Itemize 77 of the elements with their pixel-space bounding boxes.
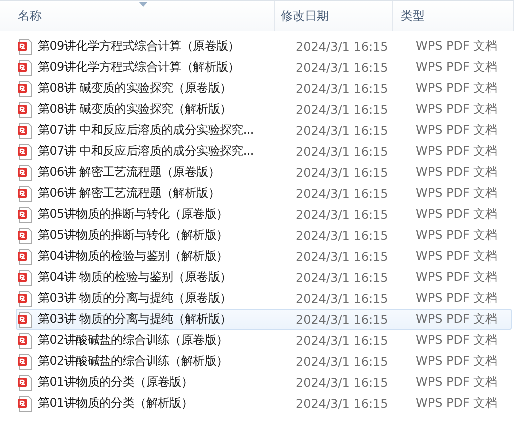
modified-date: 2024/3/1 16:15	[295, 82, 390, 96]
file-name[interactable]: 第08讲 碱变质的实验探究（原卷版）	[38, 80, 232, 97]
file-name[interactable]: 第03讲 物质的分离与提纯（解析版）	[38, 311, 232, 328]
file-name[interactable]: 第08讲 碱变质的实验探究（解析版）	[38, 101, 232, 118]
file-type: WPS PDF 文档	[415, 395, 499, 412]
modified-date: 2024/3/1 16:15	[295, 312, 390, 326]
file-type: WPS PDF 文档	[415, 122, 499, 139]
modified-date: 2024/3/1 16:15	[295, 270, 390, 284]
modified-date: 2024/3/1 16:15	[295, 354, 390, 368]
file-name[interactable]: 第04讲 物质的检验与鉴别（原卷版）	[38, 269, 232, 286]
file-name[interactable]: 第05讲物质的推断与转化（解析版）	[38, 227, 228, 244]
file-name[interactable]: 第05讲物质的推断与转化（原卷版）	[38, 206, 228, 223]
column-header[interactable]: 类型	[401, 8, 425, 24]
modified-date: 2024/3/1 16:15	[295, 102, 390, 116]
modified-date: 2024/3/1 16:15	[295, 292, 390, 306]
modified-date: 2024/3/1 16:15	[295, 396, 390, 410]
file-type: WPS PDF 文档	[415, 143, 499, 160]
pdf-file-icon	[17, 102, 33, 118]
file-type: WPS PDF 文档	[415, 185, 499, 202]
file-name[interactable]: 第09讲化学方程式综合计算（解析版）	[38, 59, 240, 76]
file-name[interactable]: 第03讲 物质的分离与提纯（原卷版）	[38, 290, 232, 307]
file-type: WPS PDF 文档	[415, 80, 499, 97]
pdf-file-icon	[17, 270, 33, 286]
file-type: WPS PDF 文档	[415, 353, 499, 370]
modified-date: 2024/3/1 16:15	[295, 60, 390, 74]
file-name[interactable]: 第06讲 解密工艺流程题（原卷版）	[38, 164, 220, 181]
pdf-file-icon	[17, 290, 33, 306]
file-type: WPS PDF 文档	[415, 332, 499, 349]
file-type: WPS PDF 文档	[415, 206, 499, 223]
column-header[interactable]: 修改日期	[281, 8, 329, 24]
file-name[interactable]: 第07讲 中和反应后溶质的成分实验探究...	[38, 143, 254, 160]
column-header[interactable]: 名称	[18, 8, 42, 24]
file-row[interactable]: 第03讲 物质的分离与提纯（解析版） 2024/3/1 16:15 WPS PDF 文档	[16, 309, 512, 330]
modified-date: 2024/3/1 16:15	[295, 250, 390, 264]
pdf-file-icon	[17, 122, 33, 138]
sort-arrow-icon	[139, 2, 148, 7]
pdf-file-icon	[17, 164, 33, 180]
modified-date: 2024/3/1 16:15	[295, 186, 390, 200]
pdf-file-icon	[17, 228, 33, 244]
modified-date: 2024/3/1 16:15	[295, 166, 390, 180]
modified-date: 2024/3/1 16:15	[295, 40, 390, 54]
file-name[interactable]: 第01讲物质的分类（原卷版）	[38, 374, 194, 391]
file-type: WPS PDF 文档	[415, 38, 499, 55]
pdf-file-icon	[17, 206, 33, 222]
pdf-file-icon	[17, 144, 33, 160]
file-name[interactable]: 第06讲 解密工艺流程题（解析版）	[38, 185, 220, 202]
file-type: WPS PDF 文档	[415, 290, 499, 307]
modified-date: 2024/3/1 16:15	[295, 144, 390, 158]
modified-date: 2024/3/1 16:15	[295, 376, 390, 390]
file-type: WPS PDF 文档	[415, 311, 499, 328]
file-type: WPS PDF 文档	[415, 227, 499, 244]
file-type: WPS PDF 文档	[415, 269, 499, 286]
file-name[interactable]: 第07讲 中和反应后溶质的成分实验探究...	[38, 122, 254, 139]
file-type: WPS PDF 文档	[415, 101, 499, 118]
modified-date: 2024/3/1 16:15	[295, 124, 390, 138]
file-name[interactable]: 第01讲物质的分类（解析版）	[38, 395, 194, 412]
file-type: WPS PDF 文档	[415, 164, 499, 181]
file-name[interactable]: 第02讲酸碱盐的综合训练（原卷版）	[38, 332, 228, 349]
pdf-file-icon	[17, 312, 33, 328]
pdf-file-icon	[17, 186, 33, 202]
file-type: WPS PDF 文档	[415, 374, 499, 391]
pdf-file-icon	[17, 248, 33, 264]
pdf-file-icon	[17, 374, 33, 390]
pdf-file-icon	[17, 332, 33, 348]
file-name[interactable]: 第02讲酸碱盐的综合训练（解析版）	[38, 353, 228, 370]
file-type: WPS PDF 文档	[415, 248, 499, 265]
pdf-file-icon	[17, 80, 33, 96]
file-name[interactable]: 第04讲物质的检验与鉴别（解析版）	[38, 248, 228, 265]
file-type: WPS PDF 文档	[415, 59, 499, 76]
pdf-file-icon	[17, 354, 33, 370]
modified-date: 2024/3/1 16:15	[295, 208, 390, 222]
modified-date: 2024/3/1 16:15	[295, 228, 390, 242]
pdf-file-icon	[17, 38, 33, 54]
pdf-file-icon	[17, 396, 33, 412]
modified-date: 2024/3/1 16:15	[295, 334, 390, 348]
file-name[interactable]: 第09讲化学方程式综合计算（原卷版）	[38, 38, 240, 55]
pdf-file-icon	[17, 60, 33, 76]
